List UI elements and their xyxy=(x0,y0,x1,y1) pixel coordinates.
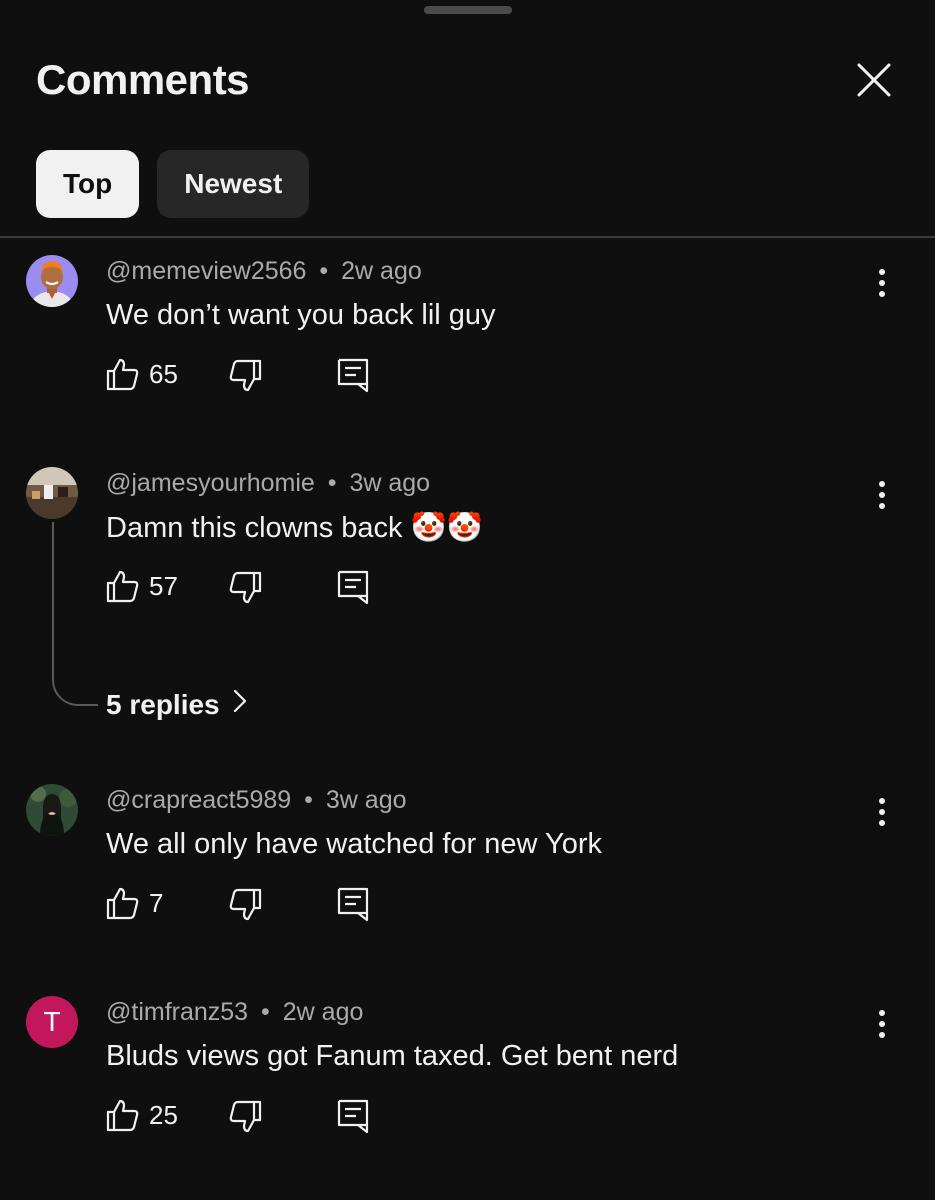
meta-separator: • xyxy=(319,257,329,285)
view-replies-button[interactable]: 5 replies xyxy=(106,688,248,721)
like-icon[interactable] xyxy=(106,1098,140,1132)
comment-author[interactable]: @jamesyourhomie xyxy=(106,469,315,497)
comment-time: 3w ago xyxy=(325,786,407,814)
like-count: 25 xyxy=(149,1100,178,1130)
reply-icon[interactable] xyxy=(336,357,370,393)
dislike-icon[interactable] xyxy=(228,1100,262,1134)
reply-icon[interactable] xyxy=(336,886,370,922)
comment-author[interactable]: @timfranz53 xyxy=(106,998,248,1026)
like-count: 7 xyxy=(149,888,164,918)
user-avatar[interactable]: T xyxy=(26,996,78,1048)
comment-author[interactable]: @crapreact5989 xyxy=(106,786,291,814)
dislike-icon[interactable] xyxy=(228,888,262,922)
chevron-right-icon xyxy=(232,688,248,721)
photo-avatar-icon xyxy=(26,784,78,836)
cartoon-avatar-icon xyxy=(26,255,78,307)
comment-meta: @jamesyourhomie • 3w ago xyxy=(106,469,430,498)
like-icon[interactable] xyxy=(106,357,140,391)
more-options-icon[interactable] xyxy=(866,475,898,515)
like-icon[interactable] xyxy=(106,569,140,603)
comment-text: Bluds views got Fanum taxed. Get bent ne… xyxy=(106,1040,679,1072)
meta-separator: • xyxy=(327,469,337,497)
sort-tabs: Top Newest xyxy=(36,150,310,218)
comment-meta: @timfranz53 • 2w ago xyxy=(106,998,363,1027)
meta-separator: • xyxy=(304,786,313,814)
more-options-icon[interactable] xyxy=(866,792,898,832)
comment-author[interactable]: @memeview2566 xyxy=(106,257,306,285)
comment-meta: @memeview2566 • 2w ago xyxy=(106,257,422,286)
meta-separator: • xyxy=(261,998,270,1026)
user-avatar[interactable] xyxy=(26,467,78,519)
thread-connector xyxy=(52,522,98,706)
like-count: 57 xyxy=(149,571,178,601)
more-options-icon[interactable] xyxy=(866,1004,898,1044)
tab-newest[interactable]: Newest xyxy=(157,150,310,218)
comment-time: 2w ago xyxy=(282,998,364,1026)
comment-text: We don’t want you back lil guy xyxy=(106,299,496,331)
user-avatar[interactable] xyxy=(26,255,78,307)
dislike-icon[interactable] xyxy=(228,571,262,605)
reply-icon[interactable] xyxy=(336,569,370,605)
photo-avatar-icon xyxy=(26,467,78,519)
like-count: 65 xyxy=(149,359,178,389)
like-icon[interactable] xyxy=(106,886,140,920)
comment-text: We all only have watched for new York xyxy=(106,828,602,860)
header-divider xyxy=(0,236,935,238)
tab-top[interactable]: Top xyxy=(36,150,140,218)
dislike-icon[interactable] xyxy=(228,359,262,393)
more-options-icon[interactable] xyxy=(866,263,898,303)
close-icon[interactable] xyxy=(852,58,896,102)
replies-label: 5 replies xyxy=(106,688,220,720)
comment-meta: @crapreact5989 • 3w ago xyxy=(106,786,407,815)
user-avatar[interactable] xyxy=(26,784,78,836)
comment-text: Damn this clowns back 🤡🤡 xyxy=(106,512,483,544)
page-title: Comments xyxy=(36,56,250,103)
drag-handle[interactable] xyxy=(424,6,512,14)
reply-icon[interactable] xyxy=(336,1098,370,1134)
comment-time: 3w ago xyxy=(349,469,431,497)
comment-time: 2w ago xyxy=(341,257,422,285)
